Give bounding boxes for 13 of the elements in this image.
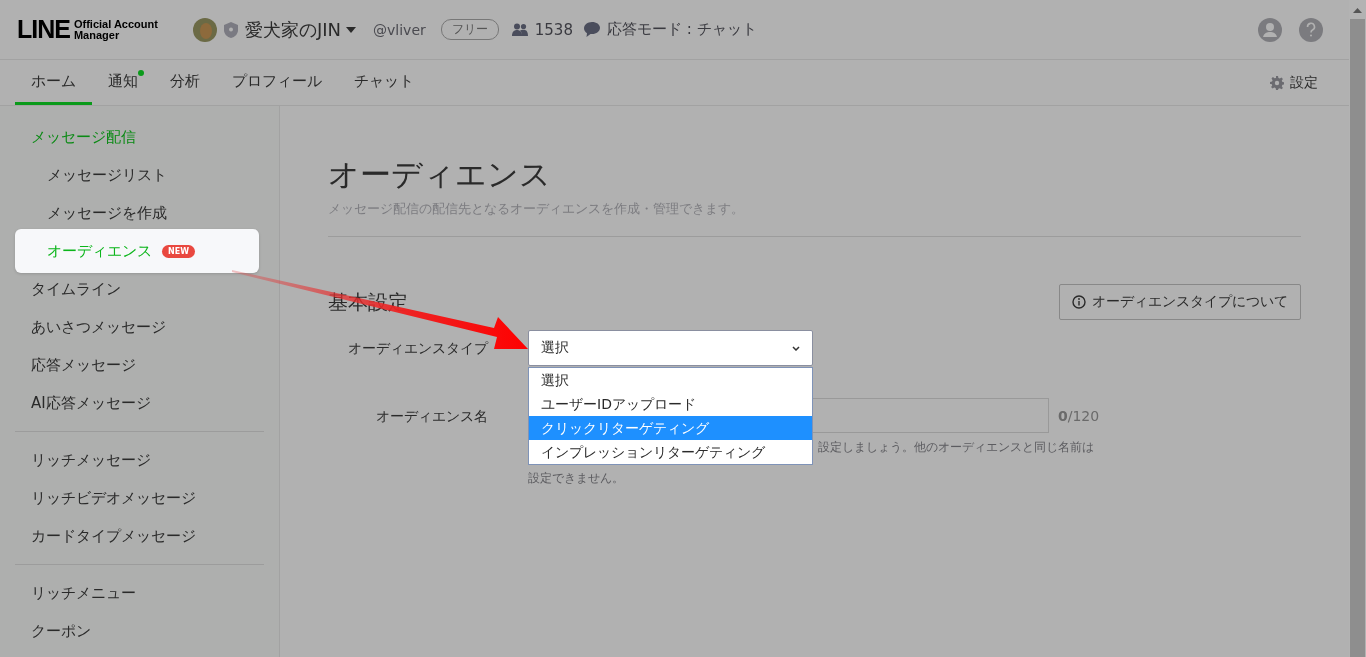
friend-count: 1538 [534,20,573,39]
new-badge: NEW [162,244,195,258]
field-label: オーディエンスタイプ [347,339,490,358]
field-hint: 設定できません。 [528,470,624,487]
character-counter: 0/120 [1058,407,1100,424]
plan-tag: フリー [440,19,499,40]
field-hint: 設定しましょう。他のオーディエンスと同じ名前は [818,439,1094,456]
field-label: オーディエンス名 [375,407,489,426]
logo-wordmark: LINE [17,15,70,44]
account-handle: @vliver [373,21,426,38]
logo-subtitle: Official Account Manager [73,18,159,41]
response-mode: 応答モード : チャット [606,20,757,39]
page-title: オーディエンス [328,155,552,194]
